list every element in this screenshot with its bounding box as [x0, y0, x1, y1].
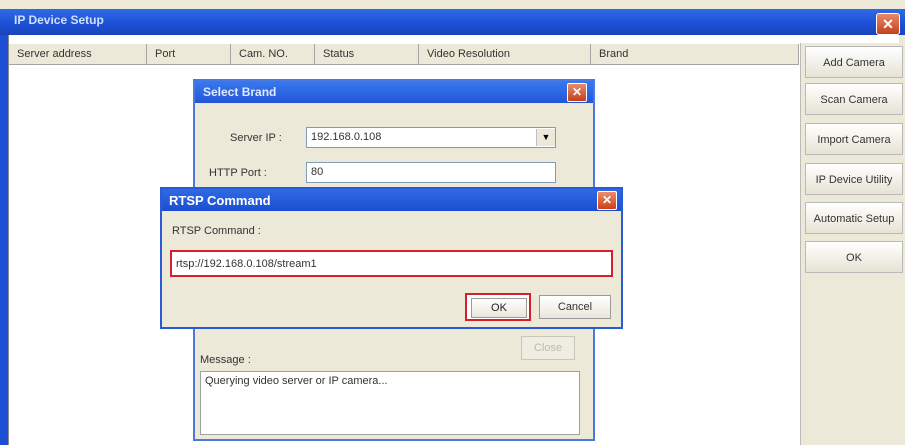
- rtsp-command-title: RTSP Command: [169, 193, 271, 208]
- rtsp-ok-button[interactable]: OK: [471, 298, 527, 318]
- ip-device-utility-button[interactable]: IP Device Utility: [805, 163, 903, 195]
- http-port-label: HTTP Port :: [209, 167, 267, 179]
- http-port-value: 80: [311, 166, 324, 178]
- main-close-button[interactable]: ✕: [876, 13, 900, 35]
- select-brand-close-button[interactable]: ✕: [567, 83, 587, 102]
- ok-button[interactable]: OK: [805, 241, 903, 273]
- window-frame-left: [0, 35, 8, 445]
- main-window-title: IP Device Setup: [14, 13, 104, 27]
- column-server-address[interactable]: Server address: [9, 44, 147, 64]
- column-video-resolution[interactable]: Video Resolution: [419, 44, 591, 64]
- message-label: Message :: [200, 354, 251, 366]
- http-port-field[interactable]: 80: [306, 162, 556, 183]
- close-icon: ✕: [601, 193, 613, 207]
- message-box[interactable]: Querying video server or IP camera...: [200, 371, 580, 435]
- automatic-setup-button[interactable]: Automatic Setup: [805, 202, 903, 234]
- add-camera-button[interactable]: Add Camera: [805, 46, 903, 78]
- rtsp-command-input[interactable]: rtsp://192.168.0.108/stream1: [170, 250, 613, 277]
- message-text: Querying video server or IP camera...: [205, 375, 388, 387]
- side-button-panel: Add Camera Scan Camera Import Camera IP …: [800, 43, 905, 445]
- column-port[interactable]: Port: [147, 44, 231, 64]
- close-icon: ✕: [571, 85, 583, 99]
- device-table-header: Server address Port Cam. NO. Status Vide…: [9, 43, 799, 65]
- column-status[interactable]: Status: [315, 44, 419, 64]
- close-icon: ✕: [882, 16, 894, 32]
- rtsp-ok-highlight: OK: [465, 293, 531, 321]
- rtsp-command-dialog: RTSP Command ✕ RTSP Command : rtsp://192…: [160, 187, 623, 329]
- rtsp-cancel-button[interactable]: Cancel: [539, 295, 611, 319]
- server-ip-label: Server IP :: [230, 132, 282, 144]
- column-cam-no[interactable]: Cam. NO.: [231, 44, 315, 64]
- server-ip-value: 192.168.0.108: [311, 131, 382, 143]
- column-brand[interactable]: Brand: [591, 44, 799, 64]
- import-camera-button[interactable]: Import Camera: [805, 123, 903, 155]
- select-brand-title: Select Brand: [203, 85, 277, 99]
- rtsp-command-value: rtsp://192.168.0.108/stream1: [176, 258, 317, 270]
- rtsp-close-button[interactable]: ✕: [597, 191, 617, 210]
- rtsp-command-label: RTSP Command :: [172, 225, 261, 237]
- server-ip-select[interactable]: 192.168.0.108 ▼: [306, 127, 556, 148]
- main-titlebar[interactable]: [0, 9, 905, 35]
- scan-camera-button[interactable]: Scan Camera: [805, 83, 903, 115]
- close-button[interactable]: Close: [521, 336, 575, 360]
- chevron-down-icon[interactable]: ▼: [536, 129, 555, 146]
